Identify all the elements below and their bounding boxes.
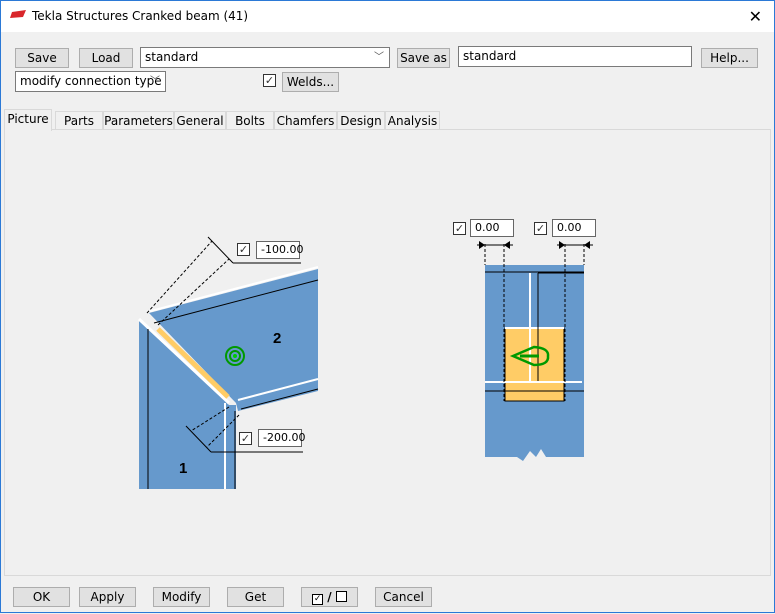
toggle-all-button[interactable]: ✓ / bbox=[301, 587, 358, 607]
dim-left-checkbox[interactable]: ✓ bbox=[453, 222, 466, 235]
empty-box-icon bbox=[335, 591, 347, 602]
tab-picture[interactable]: Picture bbox=[4, 109, 52, 131]
side-view-part bbox=[477, 241, 593, 461]
cancel-button[interactable]: Cancel bbox=[375, 587, 432, 607]
part-2-label: 2 bbox=[273, 330, 281, 347]
dim-top-checkbox[interactable]: ✓ bbox=[237, 243, 250, 256]
dim-left-input[interactable]: 0.00 bbox=[470, 219, 514, 237]
toggle-slash: / bbox=[327, 590, 332, 604]
dialog-window: Tekla Structures Cranked beam (41) ✕ Sav… bbox=[0, 0, 775, 613]
dim-bottom-input[interactable]: -200.00 bbox=[258, 429, 305, 447]
dim-right-checkbox[interactable]: ✓ bbox=[534, 222, 547, 235]
get-button[interactable]: Get bbox=[227, 587, 284, 607]
modify-button[interactable]: Modify bbox=[153, 587, 210, 607]
connection-picture: 2 1 bbox=[137, 236, 593, 489]
dim-bottom-checkbox[interactable]: ✓ bbox=[239, 432, 252, 445]
part-1-label: 1 bbox=[179, 460, 187, 477]
apply-button[interactable]: Apply bbox=[79, 587, 136, 607]
checked-box-icon: ✓ bbox=[312, 594, 324, 605]
dim-right-input[interactable]: 0.00 bbox=[552, 219, 596, 237]
dim-top-input[interactable]: -100.00 bbox=[256, 241, 303, 259]
ok-button[interactable]: OK bbox=[13, 587, 70, 607]
